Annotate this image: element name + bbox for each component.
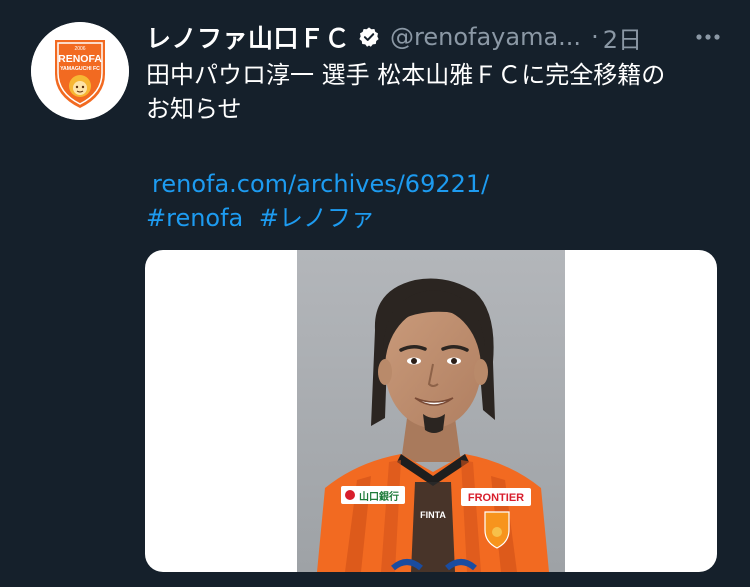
hashtag-renofa-jp[interactable]: #レノファ (259, 204, 375, 232)
club-crest-icon: 2006 RENOFA YAMAGUCHI FC (31, 22, 129, 120)
sponsor-left-text: 山口銀行 (359, 490, 399, 503)
sponsor-right-text: FRONTIER (468, 492, 524, 504)
tweet-link[interactable]: renofa.com/archives/69221/ (152, 167, 489, 201)
tweet-text-line: お知らせ (146, 95, 242, 123)
verified-badge-icon (359, 27, 379, 47)
player-photo[interactable]: 山口銀行 FRONTIER FINTA (297, 250, 565, 572)
tweet[interactable]: 2006 RENOFA YAMAGUCHI FC レノファ山口ＦＣ @renof… (0, 0, 750, 587)
display-name[interactable]: レノファ山口ＦＣ (146, 19, 350, 55)
media-card[interactable]: 山口銀行 FRONTIER FINTA (145, 250, 717, 572)
crest-text-top: RENOFA (58, 53, 102, 65)
separator-dot: · (591, 23, 599, 51)
timestamp[interactable]: 2日 (603, 20, 642, 55)
crest-year: 2006 (74, 46, 85, 52)
user-handle[interactable]: @renofayama... (390, 23, 581, 51)
crest-text-bottom: YAMAGUCHI FC (60, 66, 100, 72)
hashtag-renofa[interactable]: #renofa (146, 204, 243, 232)
hashtag-line: #renofa #レノファ (146, 201, 375, 235)
more-horizontal-icon (696, 34, 720, 40)
avatar[interactable]: 2006 RENOFA YAMAGUCHI FC (31, 22, 129, 120)
tweet-text-line: 田中パウロ淳一 選手 松本山雅ＦＣに完全移籍の (146, 61, 666, 89)
more-options-button[interactable] (690, 25, 726, 49)
player-portrait-image: 山口銀行 FRONTIER FINTA (297, 250, 565, 572)
tweet-header: レノファ山口ＦＣ @renofayama... · 2日 (146, 17, 726, 57)
tweet-text: 田中パウロ淳一 選手 松本山雅ＦＣに完全移籍の お知らせ (146, 58, 726, 126)
kit-brand-text: FINTA (420, 510, 446, 520)
